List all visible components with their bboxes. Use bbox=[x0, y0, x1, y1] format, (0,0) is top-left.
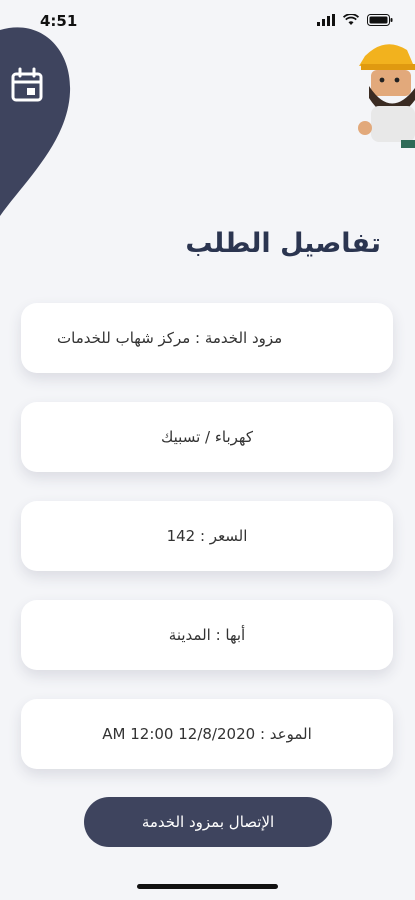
category-card: كهرباء / تسبيك bbox=[21, 402, 393, 472]
status-bar: 4:51 bbox=[0, 0, 415, 44]
signal-icon bbox=[317, 14, 335, 26]
provider-text: مزود الخدمة : مركز شهاب للخدمات bbox=[57, 329, 283, 347]
provider-card: مزود الخدمة : مركز شهاب للخدمات bbox=[21, 303, 393, 373]
appointment-text: الموعد : 12/8/2020 12:00 AM bbox=[102, 725, 312, 743]
city-text: أبها : المدينة bbox=[168, 626, 246, 644]
status-time: 4:51 bbox=[40, 12, 78, 30]
wifi-icon bbox=[343, 14, 359, 25]
contact-provider-button[interactable]: الإتصال بمزود الخدمة bbox=[84, 797, 332, 847]
status-icons bbox=[317, 14, 393, 26]
battery-icon bbox=[367, 14, 393, 26]
category-text: كهرباء / تسبيك bbox=[161, 428, 253, 446]
appointment-card: الموعد : 12/8/2020 12:00 AM bbox=[21, 699, 393, 769]
home-indicator bbox=[137, 884, 278, 889]
worker-illustration bbox=[358, 44, 415, 148]
price-card: السعر : 142 bbox=[21, 501, 393, 571]
city-card: أبها : المدينة bbox=[21, 600, 393, 670]
calendar-button[interactable] bbox=[8, 66, 46, 106]
page-title: تفاصيل الطلب bbox=[185, 228, 381, 259]
price-text: السعر : 142 bbox=[166, 527, 248, 545]
calendar-icon bbox=[11, 67, 43, 102]
